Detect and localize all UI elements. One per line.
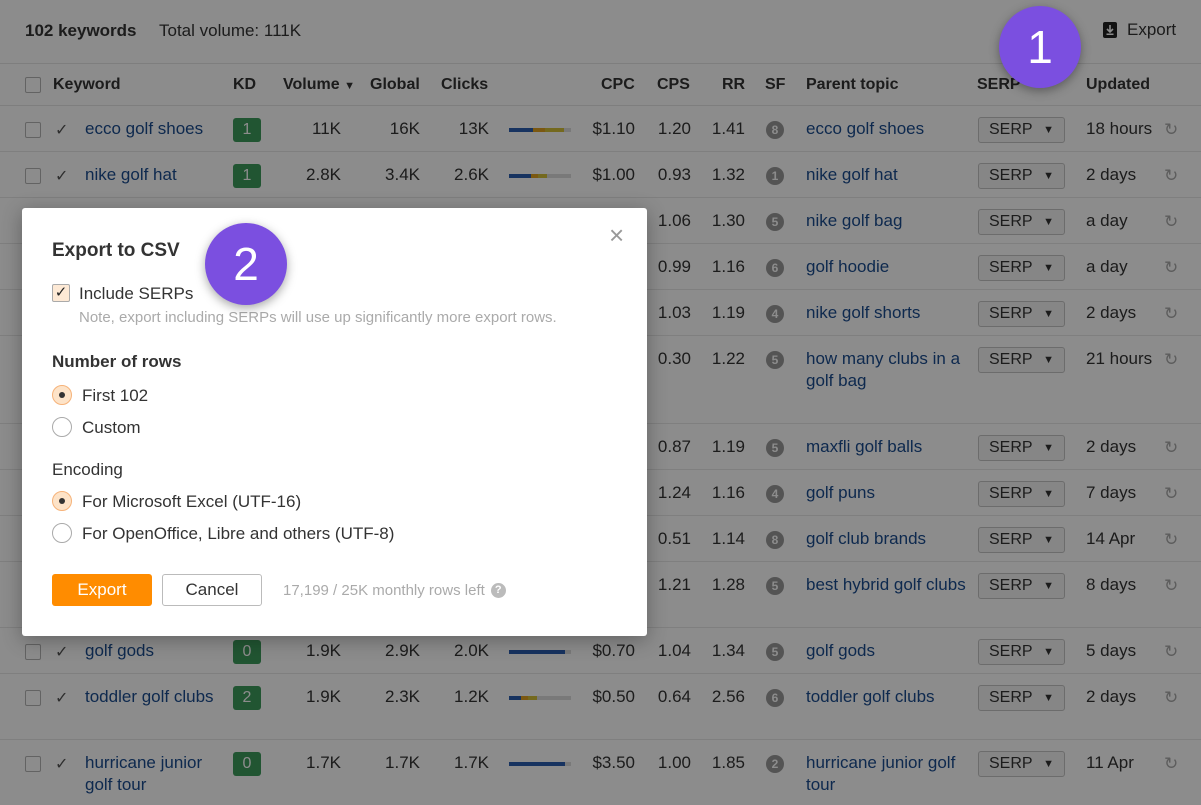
dialog-export-button[interactable]: Export xyxy=(52,574,152,606)
keywords-explorer-page: 102 keywords Total volume: 111K Export K… xyxy=(0,0,1201,805)
step-marker-1: 1 xyxy=(999,6,1081,88)
rows-heading: Number of rows xyxy=(52,352,182,371)
radio-custom-rows-label[interactable]: Custom xyxy=(82,418,141,438)
dialog-cancel-button[interactable]: Cancel xyxy=(162,574,262,606)
radio-first-rows[interactable] xyxy=(52,385,72,405)
radio-custom-rows[interactable] xyxy=(52,417,72,437)
help-icon[interactable]: ? xyxy=(490,583,506,598)
include-serps-note: Note, export including SERPs will use up… xyxy=(79,309,557,326)
close-icon[interactable]: × xyxy=(609,222,624,248)
radio-encoding-utf8[interactable] xyxy=(52,523,72,543)
radio-first-rows-label[interactable]: First 102 xyxy=(82,386,148,406)
radio-encoding-excel-label[interactable]: For Microsoft Excel (UTF-16) xyxy=(82,492,301,512)
include-serps-label: Include SERPs xyxy=(79,284,194,303)
encoding-heading: Encoding xyxy=(52,460,123,479)
rows-left-info: 17,199 / 25K monthly rows left ? xyxy=(283,582,506,599)
radio-encoding-excel[interactable] xyxy=(52,491,72,511)
step-marker-2: 2 xyxy=(205,223,287,305)
include-serps-checkbox[interactable]: ✓ xyxy=(52,284,70,302)
radio-encoding-utf8-label[interactable]: For OpenOffice, Libre and others (UTF-8) xyxy=(82,524,394,544)
export-csv-dialog: Export to CSV × ✓ Include SERPs Note, ex… xyxy=(22,208,647,636)
dialog-title: Export to CSV xyxy=(52,240,180,261)
rows-left-text: 17,199 / 25K monthly rows left xyxy=(283,582,485,599)
